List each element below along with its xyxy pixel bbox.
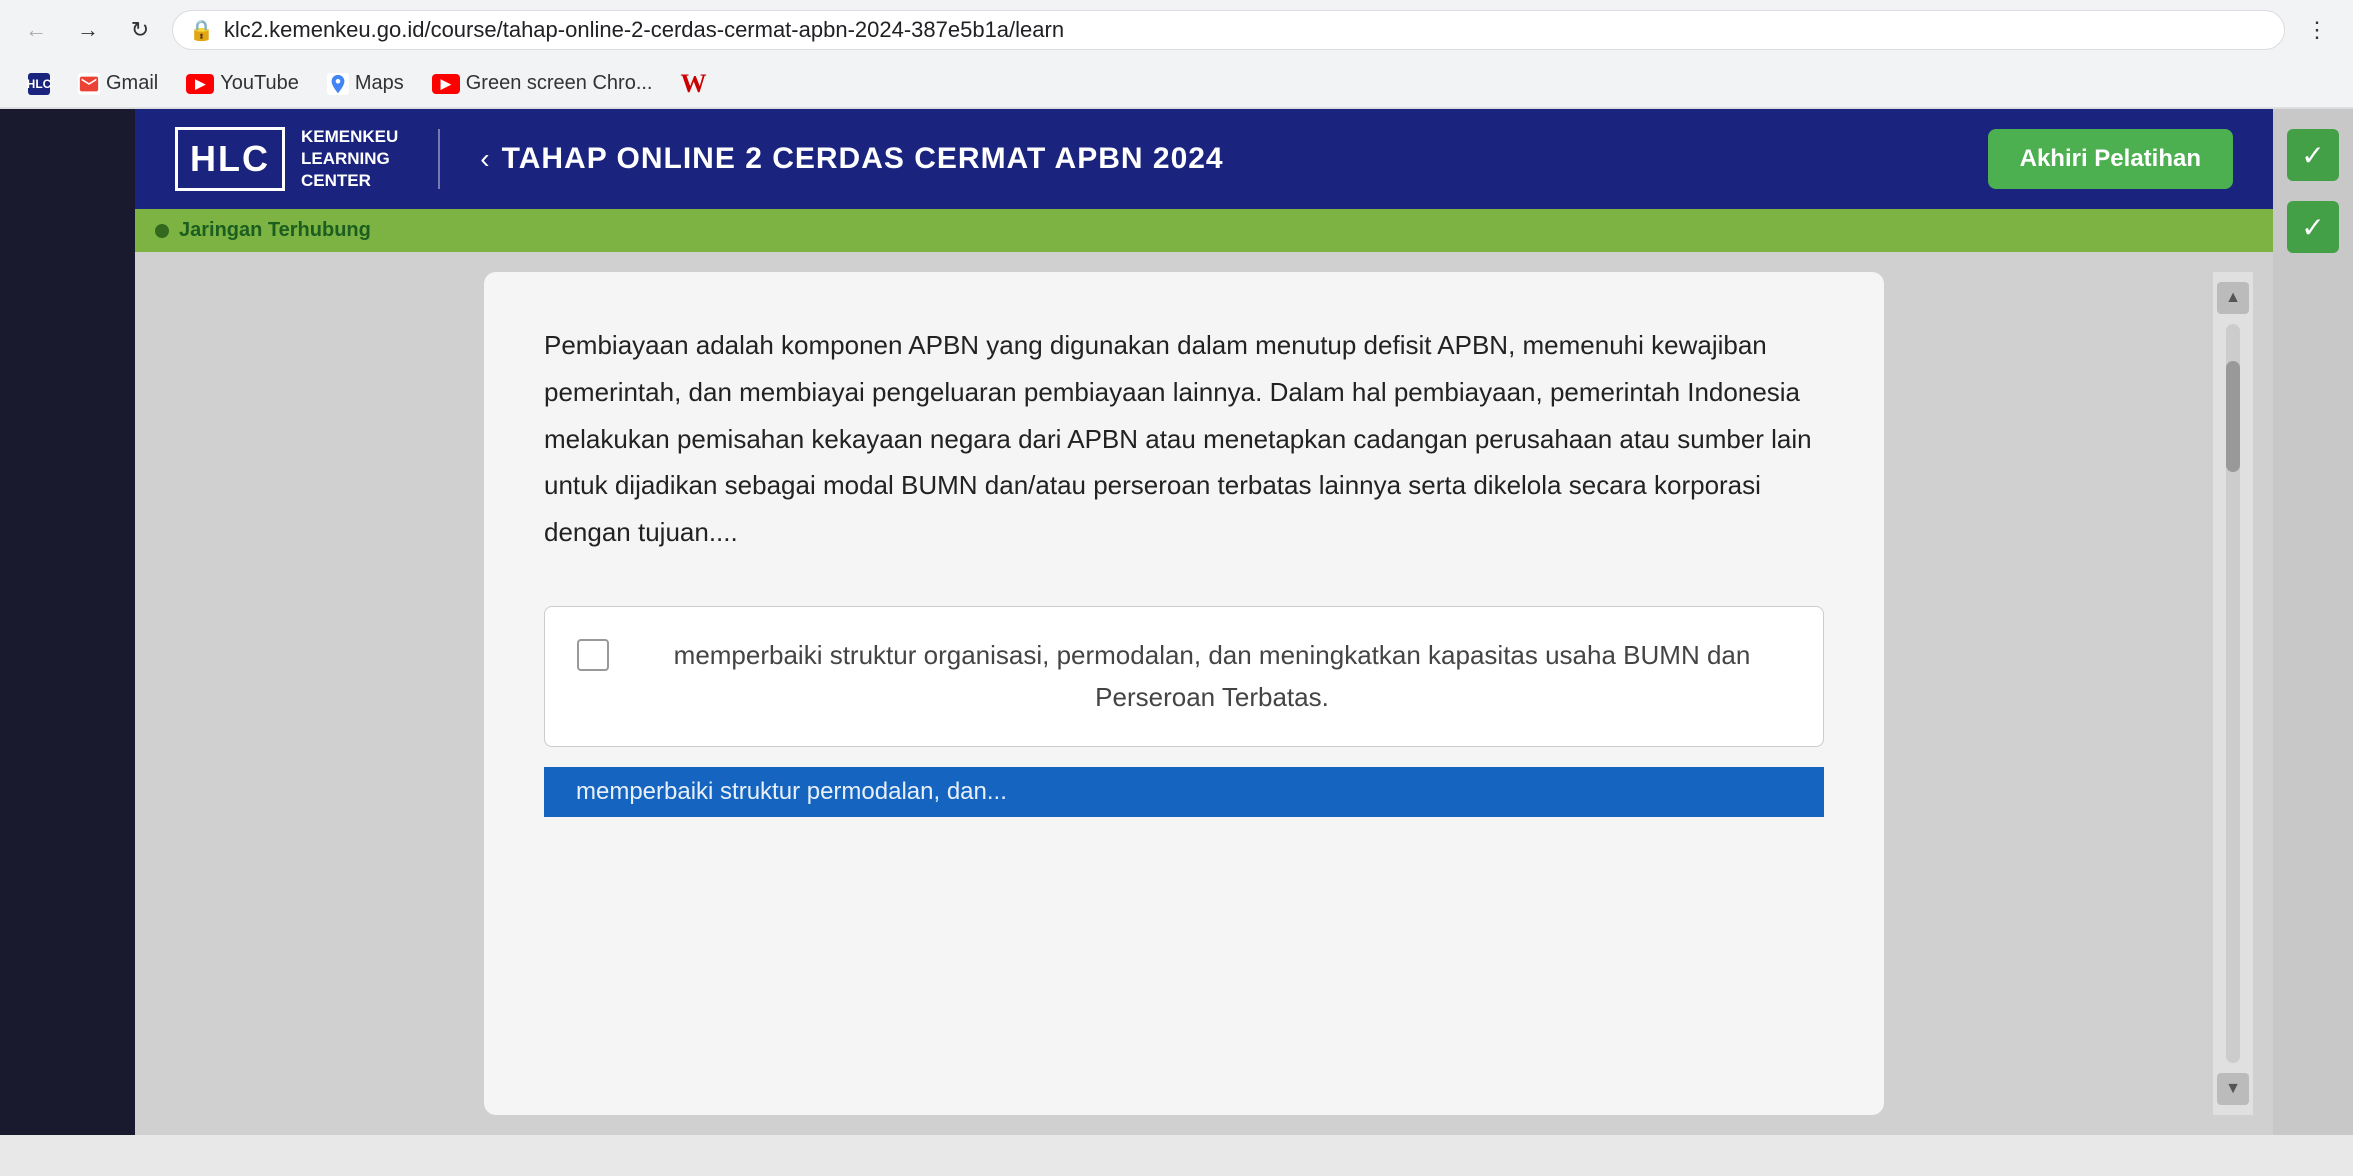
answer-option-b-partial[interactable]: memperbaiki struktur permodalan, dan...: [544, 767, 1824, 817]
bookmark-w[interactable]: W: [668, 63, 718, 105]
course-title-text: TAHAP ONLINE 2 CERDAS CERMAT APBN 2024: [502, 142, 1224, 176]
bookmark-hlc[interactable]: HLC: [16, 67, 62, 101]
hlc-logo-box: HLC: [175, 127, 285, 191]
maps-favicon: [327, 73, 349, 95]
hlc-line1: KEMENKEU: [301, 126, 398, 148]
course-title: ‹ TAHAP ONLINE 2 CERDAS CERMAT APBN 2024: [480, 142, 1947, 176]
right-panel: ✓ ✓: [2273, 109, 2353, 1135]
hlc-line3: CENTER: [301, 170, 398, 192]
bookmark-maps[interactable]: Maps: [315, 66, 416, 101]
hlc-letters: HLC: [190, 138, 270, 180]
left-panel: [0, 109, 135, 1135]
browser-toolbar: ← → ↻ 🔒 klc2.kemenkeu.go.id/course/tahap…: [0, 0, 2353, 60]
gmail-label: Gmail: [106, 72, 158, 95]
scroll-track[interactable]: [2226, 324, 2240, 1063]
bookmark-youtube[interactable]: ▶ YouTube: [174, 66, 311, 101]
scroll-down-button[interactable]: ▼: [2217, 1073, 2249, 1105]
greenscreen-label: Green screen Chro...: [466, 72, 653, 95]
lock-icon: 🔒: [189, 18, 214, 43]
scroll-up-button[interactable]: ▲: [2217, 282, 2249, 314]
reload-button[interactable]: ↻: [120, 10, 160, 50]
hlc-line2: LEARNING: [301, 148, 398, 170]
greenscreen-favicon: ▶: [432, 74, 460, 94]
main-wrapper: HLC KEMENKEU LEARNING CENTER ‹ TAHAP ONL…: [0, 109, 2353, 1135]
answer-text-a: memperbaiki struktur organisasi, permoda…: [633, 635, 1791, 718]
browser-chrome: ← → ↻ 🔒 klc2.kemenkeu.go.id/course/tahap…: [0, 0, 2353, 109]
check-icon-2: ✓: [2301, 211, 2324, 244]
network-status-text: Jaringan Terhubung: [179, 219, 371, 242]
bookmark-greenscreen[interactable]: ▶ Green screen Chro...: [420, 66, 665, 101]
more-options-button[interactable]: ⋮: [2297, 10, 2337, 50]
question-card: Pembiayaan adalah komponen APBN yang dig…: [484, 272, 1884, 1115]
scrollbar: ▲ ▼: [2213, 272, 2253, 1115]
check-icon-1: ✓: [2301, 139, 2324, 172]
bookmarks-bar: HLC Gmail ▶ YouTube Maps ▶ Green screen …: [0, 60, 2353, 108]
network-bar: Jaringan Terhubung: [135, 209, 2273, 252]
network-dot: [155, 224, 169, 238]
content-area: Pembiayaan adalah komponen APBN yang dig…: [135, 252, 2273, 1135]
hlc-favicon: HLC: [28, 73, 50, 95]
hlc-logo: HLC KEMENKEU LEARNING CENTER: [175, 126, 398, 192]
forward-button[interactable]: →: [68, 10, 108, 50]
youtube-favicon: ▶: [186, 74, 214, 94]
back-button[interactable]: ←: [16, 10, 56, 50]
url-text: klc2.kemenkeu.go.id/course/tahap-online-…: [224, 17, 2268, 43]
scroll-down-icon: ▼: [2225, 1080, 2241, 1098]
answer-checkbox-a[interactable]: [577, 639, 609, 671]
answer-option-a[interactable]: memperbaiki struktur organisasi, permoda…: [544, 606, 1824, 747]
check-badge-2: ✓: [2287, 201, 2339, 253]
hlc-text: KEMENKEU LEARNING CENTER: [301, 126, 398, 192]
gmail-favicon: [78, 73, 100, 95]
maps-label: Maps: [355, 72, 404, 95]
address-bar[interactable]: 🔒 klc2.kemenkeu.go.id/course/tahap-onlin…: [172, 10, 2285, 50]
end-training-button[interactable]: Akhiri Pelatihan: [1988, 129, 2233, 189]
header-divider: [438, 129, 440, 189]
partial-answer-text: memperbaiki struktur permodalan, dan...: [576, 778, 1007, 806]
w-favicon: W: [680, 69, 706, 99]
check-badge-1: ✓: [2287, 129, 2339, 181]
bookmark-gmail[interactable]: Gmail: [66, 66, 170, 101]
youtube-label: YouTube: [220, 72, 299, 95]
course-header: HLC KEMENKEU LEARNING CENTER ‹ TAHAP ONL…: [135, 109, 2273, 209]
scroll-up-icon: ▲: [2225, 289, 2241, 307]
scroll-thumb[interactable]: [2226, 361, 2240, 472]
back-chevron-icon[interactable]: ‹: [480, 143, 489, 175]
course-wrapper: HLC KEMENKEU LEARNING CENTER ‹ TAHAP ONL…: [135, 109, 2273, 1135]
question-text: Pembiayaan adalah komponen APBN yang dig…: [544, 322, 1824, 556]
